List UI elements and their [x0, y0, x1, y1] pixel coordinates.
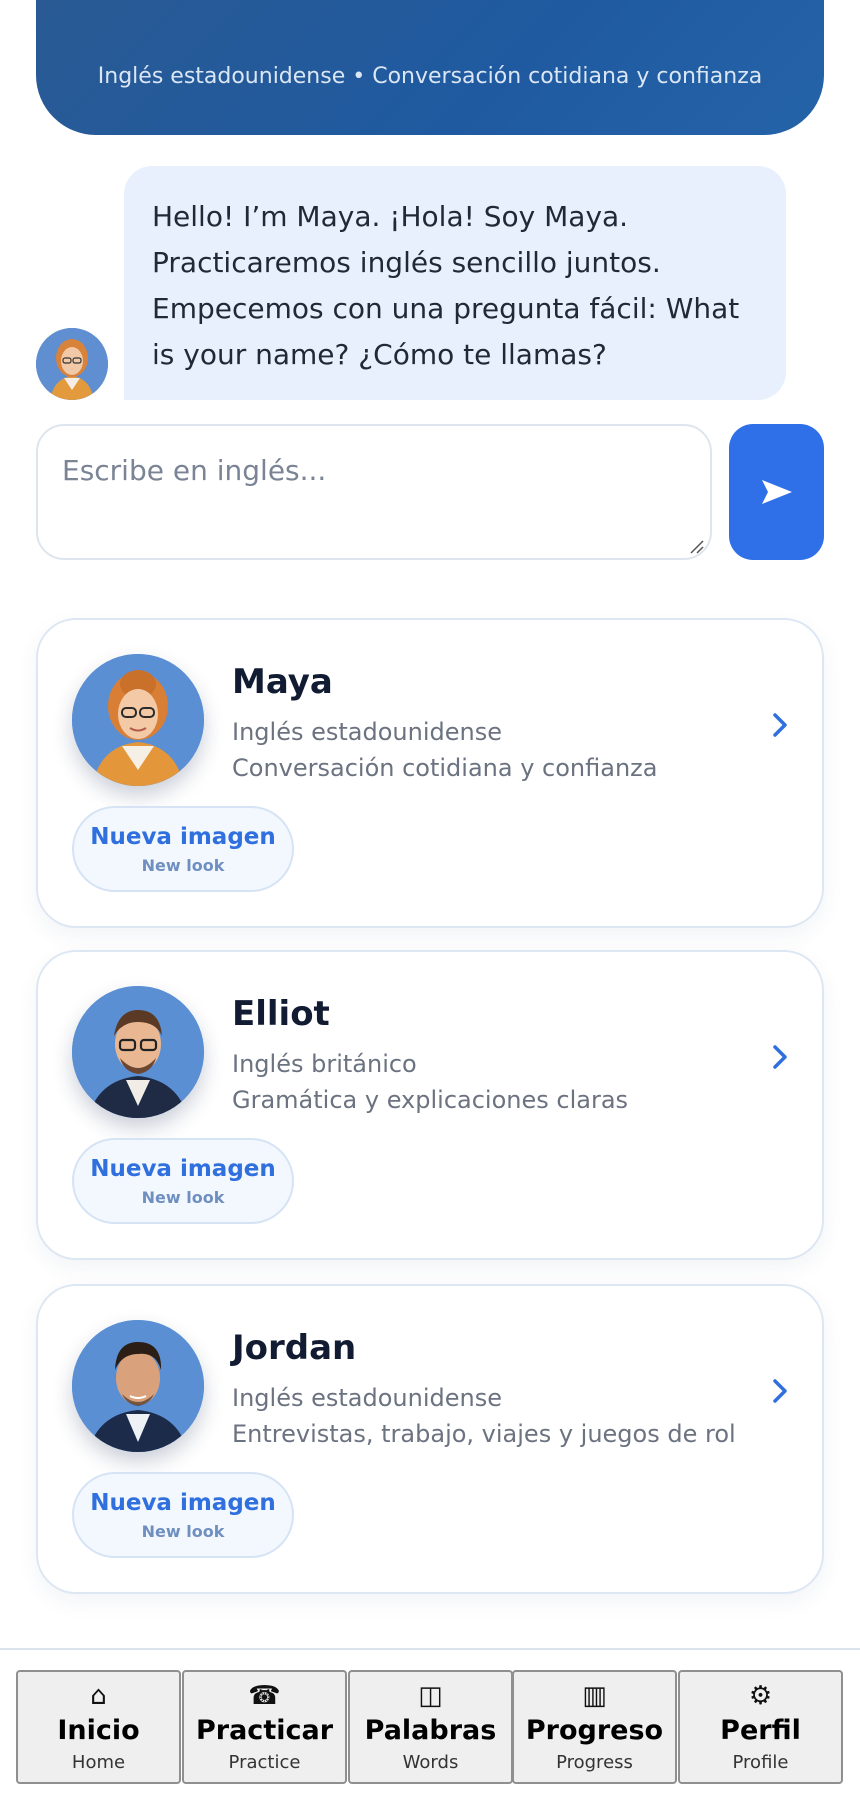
send-arrow-icon: [761, 480, 792, 504]
new-look-label: Nueva imagen: [90, 1489, 276, 1516]
tutor-accent: Inglés estadounidense: [232, 718, 502, 746]
nav-item-profile[interactable]: ⚙ Perfil Profile: [678, 1670, 843, 1784]
chevron-right-icon[interactable]: [770, 1042, 790, 1072]
nav-sublabel: Words: [402, 1752, 459, 1773]
tutor-avatar-elliot: [72, 986, 204, 1118]
tutor-name: Elliot: [232, 994, 330, 1034]
message-input[interactable]: [36, 424, 712, 560]
nav-item-practice[interactable]: ☎ Practicar Practice: [182, 1670, 347, 1784]
nav-sublabel: Progress: [556, 1752, 633, 1773]
nav-label: Palabras: [364, 1715, 497, 1746]
new-look-button[interactable]: Nueva imagen New look: [72, 1138, 294, 1224]
header-subtitle: Inglés estadounidense • Conversación cot…: [97, 64, 763, 89]
tutor-header-banner: Inglés estadounidense • Conversación cot…: [36, 0, 824, 135]
bar-chart-icon: ▥: [582, 1681, 607, 1711]
new-look-label: Nueva imagen: [90, 823, 276, 850]
resize-grip-icon[interactable]: [688, 538, 704, 554]
new-look-sublabel: New look: [141, 1521, 225, 1541]
chevron-right-icon[interactable]: [770, 1376, 790, 1406]
send-button[interactable]: [729, 424, 824, 560]
tutor-card-jordan[interactable]: Jordan Inglés estadounidense Entrevistas…: [36, 1284, 824, 1594]
bottom-navigation: ⌂ Inicio Home ☎ Practicar Practice ◫ Pal…: [0, 1648, 860, 1800]
chevron-right-icon[interactable]: [770, 710, 790, 740]
tutor-focus: Gramática y explicaciones claras: [232, 1086, 629, 1114]
tutor-name: Maya: [232, 662, 333, 702]
new-look-label: Nueva imagen: [90, 1155, 276, 1182]
new-look-sublabel: New look: [141, 1187, 225, 1207]
tutor-avatar-maya-small: [36, 328, 108, 400]
book-icon: ◫: [418, 1681, 443, 1711]
nav-sublabel: Profile: [732, 1752, 789, 1773]
nav-item-words[interactable]: ◫ Palabras Words: [348, 1670, 513, 1784]
tutor-accent: Inglés británico: [232, 1050, 417, 1078]
nav-item-progress[interactable]: ▥ Progreso Progress: [512, 1670, 677, 1784]
tutor-name: Jordan: [232, 1328, 357, 1368]
home-icon: ⌂: [90, 1681, 107, 1711]
tutor-focus: Entrevistas, trabajo, viajes y juegos de…: [232, 1420, 736, 1448]
tutor-card-maya[interactable]: Maya Inglés estadounidense Conversación …: [36, 618, 824, 928]
tutor-card-elliot[interactable]: Elliot Inglés británico Gramática y expl…: [36, 950, 824, 1260]
tutor-focus: Conversación cotidiana y confianza: [232, 754, 658, 782]
new-look-button[interactable]: Nueva imagen New look: [72, 1472, 294, 1558]
nav-sublabel: Home: [71, 1752, 126, 1773]
nav-label: Perfil: [720, 1715, 801, 1746]
nav-label: Progreso: [525, 1715, 664, 1746]
tutor-accent: Inglés estadounidense: [232, 1384, 502, 1412]
nav-sublabel: Practice: [228, 1752, 301, 1773]
nav-item-home[interactable]: ⌂ Inicio Home: [16, 1670, 181, 1784]
tutor-avatar-jordan: [72, 1320, 204, 1452]
new-look-button[interactable]: Nueva imagen New look: [72, 806, 294, 892]
tutor-avatar-maya: [72, 654, 204, 786]
tutor-message-bubble: Hello! I’m Maya. ¡Hola! Soy Maya. Practi…: [124, 166, 786, 400]
gear-icon: ⚙: [748, 1681, 773, 1711]
nav-label: Inicio: [57, 1715, 140, 1746]
new-look-sublabel: New look: [141, 855, 225, 875]
phone-icon: ☎: [248, 1681, 281, 1711]
nav-label: Practicar: [195, 1715, 334, 1746]
